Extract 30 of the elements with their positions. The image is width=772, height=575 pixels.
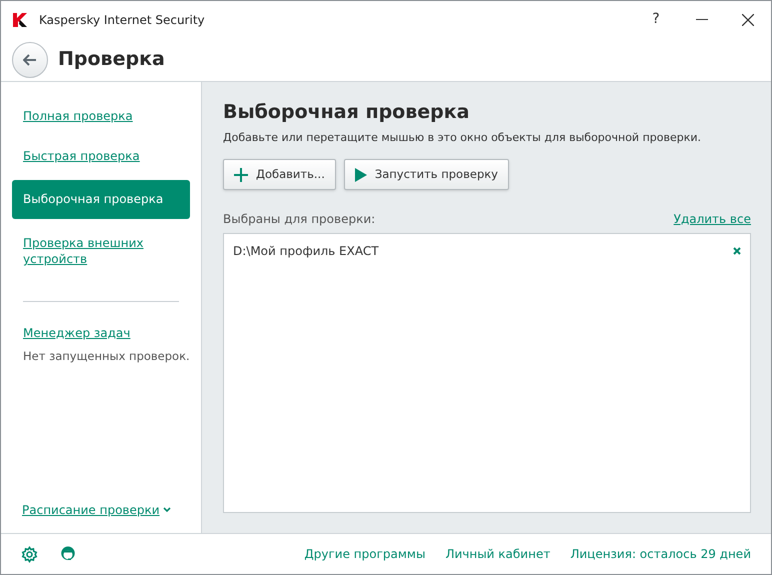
back-button[interactable] — [12, 42, 48, 78]
sidebar-item[interactable]: Полная проверка — [12, 96, 162, 136]
task-manager-link[interactable]: Менеджер задач — [23, 324, 201, 342]
schedule-link[interactable]: Расписание проверки — [22, 501, 201, 519]
footer-link[interactable]: Личный кабинет — [445, 545, 550, 563]
close-icon — [742, 14, 754, 26]
object-path: D:\Мой профиль EXACT — [233, 243, 379, 260]
plus-icon — [234, 168, 248, 182]
footer-link[interactable]: Лицензия: осталось 29 дней — [570, 545, 751, 563]
footer-link[interactable]: Другие программы — [304, 545, 426, 563]
minimize-icon — [696, 19, 708, 20]
remove-icon[interactable] — [733, 247, 741, 255]
chevron-down-icon — [162, 507, 171, 513]
logo-icon — [13, 12, 27, 26]
remove-all-link[interactable]: Удалить все — [674, 210, 751, 228]
settings-icon[interactable] — [21, 546, 38, 562]
window-title: Kaspersky Internet Security — [39, 12, 205, 28]
status-text: Нет запущенных проверок. — [23, 348, 191, 365]
back-arrow-icon — [23, 54, 37, 66]
start-scan-button[interactable]: Запустить проверку — [344, 159, 509, 190]
sidebar-item[interactable]: Выборочная проверка — [12, 180, 190, 219]
play-icon — [354, 168, 367, 182]
description-text: Добавьте или перетащите мышью в это окно объекты для выборочной проверки. — [223, 130, 702, 146]
section-title: Выборочная проверка — [223, 100, 470, 125]
sidebar-item[interactable]: Проверка внешних устройств — [12, 223, 162, 279]
list-label: Выбраны для проверки: — [223, 211, 376, 228]
sidebar-item[interactable]: Быстрая проверка — [12, 136, 162, 176]
add-button[interactable]: Добавить... — [223, 159, 336, 190]
page-title: Проверка — [58, 47, 165, 72]
help-button[interactable]: ? — [633, 4, 679, 34]
